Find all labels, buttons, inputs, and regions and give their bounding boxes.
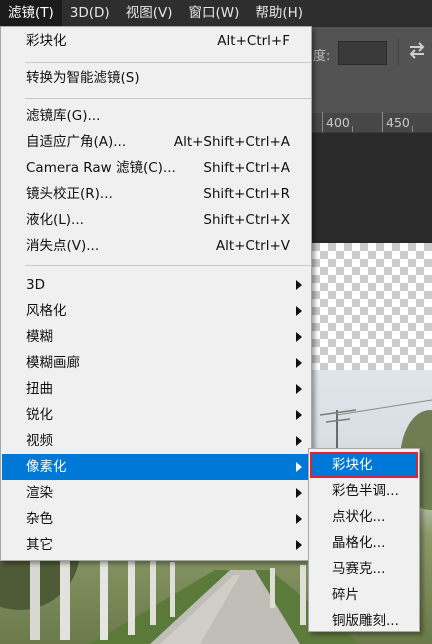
menu-item-label: 视频 [26, 433, 53, 449]
swap-arrows-icon[interactable] [406, 39, 428, 61]
submenu-arrow-icon [296, 410, 302, 420]
menu-item-label: 杂色 [26, 511, 53, 527]
menu-item-shortcut: Shift+Ctrl+A [203, 160, 290, 176]
menu-item-label: 转换为智能滤镜(S) [26, 70, 140, 86]
submenu-arrow-icon [296, 462, 302, 472]
menu-item-label: 扭曲 [26, 381, 53, 397]
menu-bar: 滤镜(T) 3D(D) 视图(V) 窗口(W) 帮助(H) [0, 0, 432, 27]
menu-item-blur-gallery[interactable]: 模糊画廊 [2, 350, 311, 376]
ruler-tick [382, 112, 383, 132]
density-input[interactable] [338, 41, 387, 65]
menu-item-stylize[interactable]: 风格化 [2, 298, 311, 324]
menu-item-convert-smart-filter[interactable]: 转换为智能滤镜(S) [2, 65, 311, 91]
menu-item-label: 自适应广角(A)... [26, 134, 127, 150]
menu-item-label: 像素化 [26, 459, 67, 475]
menu-filter[interactable]: 滤镜(T) [0, 0, 62, 27]
menu-item-shortcut: Alt+Ctrl+F [217, 33, 290, 49]
menu-item-shortcut: Alt+Ctrl+V [215, 238, 290, 254]
menu-divider [25, 265, 311, 266]
menu-item-label: 彩块化 [26, 33, 67, 49]
submenu-arrow-icon [296, 488, 302, 498]
menu-item-shortcut: Shift+Ctrl+X [203, 212, 290, 228]
submenu-item-crystallize[interactable]: 晶格化... [310, 530, 418, 556]
menu-divider [25, 98, 311, 99]
menu-item-adaptive-wide-angle[interactable]: 自适应广角(A)... Alt+Shift+Ctrl+A [2, 129, 311, 155]
submenu-arrow-icon [296, 514, 302, 524]
submenu-item-pointillize[interactable]: 点状化... [310, 504, 418, 530]
ruler-label: 400 [326, 115, 350, 130]
menu-item-label: 模糊画廊 [26, 355, 80, 371]
menu-item-sharpen[interactable]: 锐化 [2, 402, 311, 428]
ruler-label: 450 [386, 115, 410, 130]
submenu-item-mezzotint[interactable]: 铜版雕刻... [310, 608, 418, 634]
menu-item-video[interactable]: 视频 [2, 428, 311, 454]
menu-item-liquify[interactable]: 液化(L)... Shift+Ctrl+X [2, 207, 311, 233]
menu-item-pixelate[interactable]: 像素化 [2, 454, 311, 480]
menu-item-shortcut: Shift+Ctrl+R [203, 186, 290, 202]
submenu-item-color-halftone[interactable]: 彩色半调... [310, 478, 418, 504]
menu-divider [25, 62, 311, 63]
filter-menu: 彩块化 Alt+Ctrl+F 转换为智能滤镜(S) 滤镜库(G)... 自适应广… [0, 26, 312, 561]
menu-view[interactable]: 视图(V) [118, 0, 181, 27]
menu-item-render[interactable]: 渲染 [2, 480, 311, 506]
menu-item-blur[interactable]: 模糊 [2, 324, 311, 350]
menu-item-label: 液化(L)... [26, 212, 84, 228]
submenu-item-fragment[interactable]: 碎片 [310, 582, 418, 608]
menu-item-label: 消失点(V)... [26, 238, 100, 254]
menu-item-label: 镜头校正(R)... [26, 186, 113, 202]
menu-item-filter-gallery[interactable]: 滤镜库(G)... [2, 103, 311, 129]
ruler-tick [412, 126, 413, 132]
menu-item-label: 其它 [26, 537, 53, 553]
options-divider [398, 39, 399, 65]
menu-3d[interactable]: 3D(D) [62, 0, 118, 27]
menu-item-last-filter[interactable]: 彩块化 Alt+Ctrl+F [2, 28, 311, 54]
menu-item-distort[interactable]: 扭曲 [2, 376, 311, 402]
menu-item-label: 滤镜库(G)... [26, 108, 101, 124]
ruler-tick [322, 112, 323, 132]
submenu-item-mosaic[interactable]: 马赛克... [310, 556, 418, 582]
menu-item-label: 渲染 [26, 485, 53, 501]
menu-window[interactable]: 窗口(W) [180, 0, 247, 27]
menu-item-other[interactable]: 其它 [2, 532, 311, 558]
menu-item-label: 模糊 [26, 329, 53, 345]
menu-item-noise[interactable]: 杂色 [2, 506, 311, 532]
submenu-arrow-icon [296, 436, 302, 446]
menu-item-label: 风格化 [26, 303, 67, 319]
submenu-arrow-icon [296, 358, 302, 368]
menu-item-label: 锐化 [26, 407, 53, 423]
submenu-arrow-icon [296, 384, 302, 394]
menu-item-3d[interactable]: 3D [2, 272, 311, 298]
submenu-arrow-icon [296, 306, 302, 316]
menu-help[interactable]: 帮助(H) [247, 0, 311, 27]
menu-item-lens-correction[interactable]: 镜头校正(R)... Shift+Ctrl+R [2, 181, 311, 207]
submenu-arrow-icon [296, 332, 302, 342]
density-label: 度: [313, 49, 331, 64]
submenu-arrow-icon [296, 280, 302, 290]
ruler-tick [352, 126, 353, 132]
submenu-arrow-icon [296, 540, 302, 550]
pixelate-submenu: 彩块化 彩色半调... 点状化... 晶格化... 马赛克... 碎片 铜版雕刻… [308, 448, 420, 632]
menu-item-vanishing-point[interactable]: 消失点(V)... Alt+Ctrl+V [2, 233, 311, 259]
menu-item-label: 3D [26, 277, 45, 293]
submenu-item-facet[interactable]: 彩块化 [310, 452, 418, 478]
menu-item-shortcut: Alt+Shift+Ctrl+A [173, 134, 290, 150]
menu-item-label: Camera Raw 滤镜(C)... [26, 160, 176, 176]
menu-item-camera-raw[interactable]: Camera Raw 滤镜(C)... Shift+Ctrl+A [2, 155, 311, 181]
